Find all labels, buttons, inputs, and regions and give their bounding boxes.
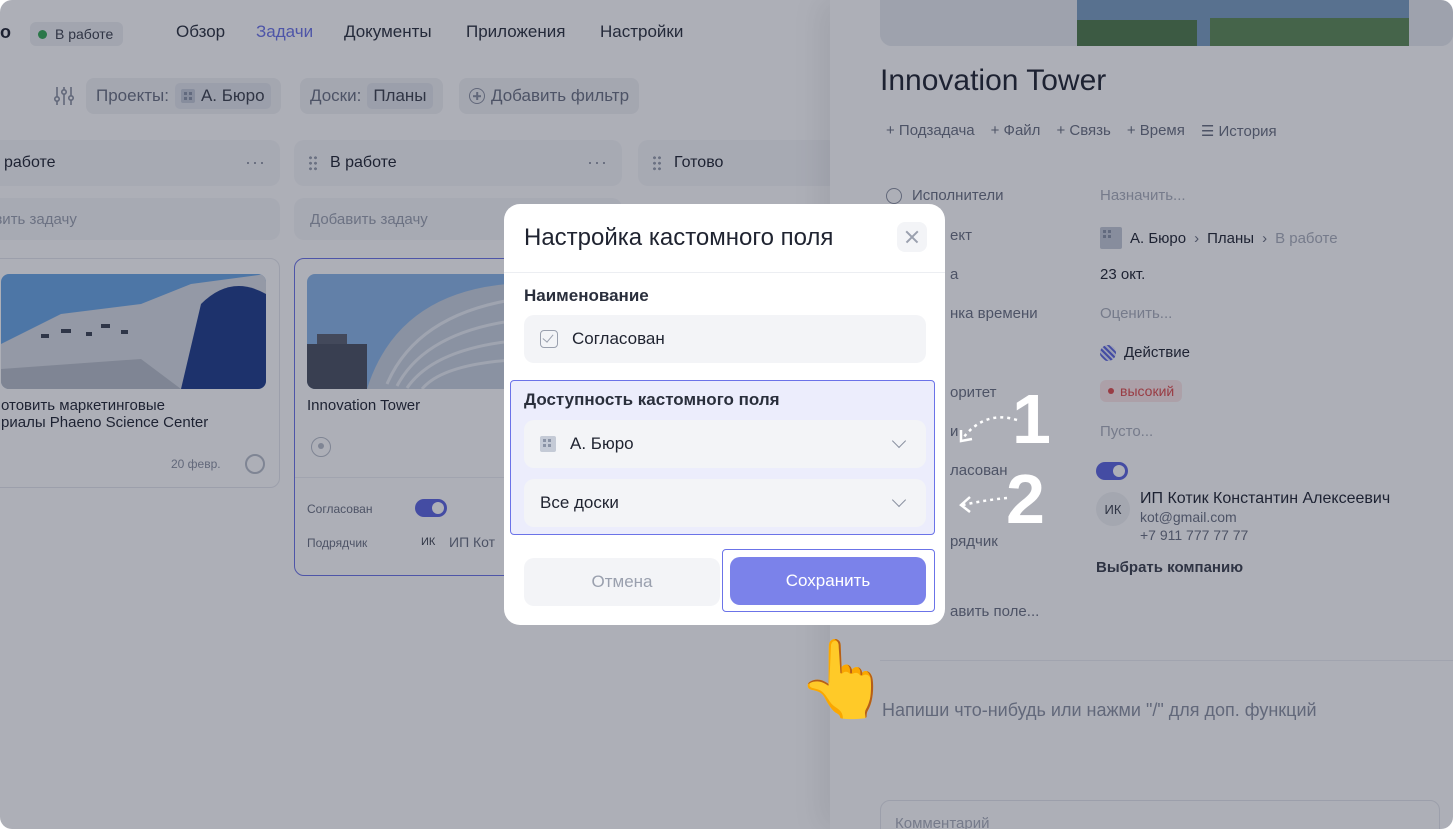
chevron-down-icon <box>891 492 907 508</box>
building-icon <box>540 436 556 452</box>
divider <box>504 272 945 273</box>
custom-field-dialog: Настройка кастомного поля Наименование С… <box>504 204 945 625</box>
pointing-hand-icon: 👆 <box>796 637 891 722</box>
project-select[interactable]: А. Бюро <box>524 420 926 468</box>
cancel-button[interactable]: Отмена <box>524 558 720 606</box>
annotation-number-2: 2 <box>1006 460 1045 538</box>
name-section-label: Наименование <box>524 286 649 305</box>
annotation-number-1: 1 <box>1012 380 1051 458</box>
save-button[interactable]: Сохранить <box>730 557 926 605</box>
field-name-input[interactable]: Согласован <box>524 315 926 363</box>
app-frame: о В работе Обзор Задачи Документы Прилож… <box>0 0 1453 829</box>
board-select-value: Все доски <box>540 493 619 512</box>
field-name-value: Согласован <box>572 329 665 348</box>
availability-section-label: Доступность кастомного поля <box>524 390 780 409</box>
close-icon[interactable] <box>897 222 927 252</box>
checkbox-icon <box>540 330 558 348</box>
project-select-value: А. Бюро <box>570 434 634 453</box>
chevron-down-icon <box>891 433 907 449</box>
dialog-title: Настройка кастомного поля <box>524 224 834 251</box>
board-select[interactable]: Все доски <box>524 479 926 527</box>
